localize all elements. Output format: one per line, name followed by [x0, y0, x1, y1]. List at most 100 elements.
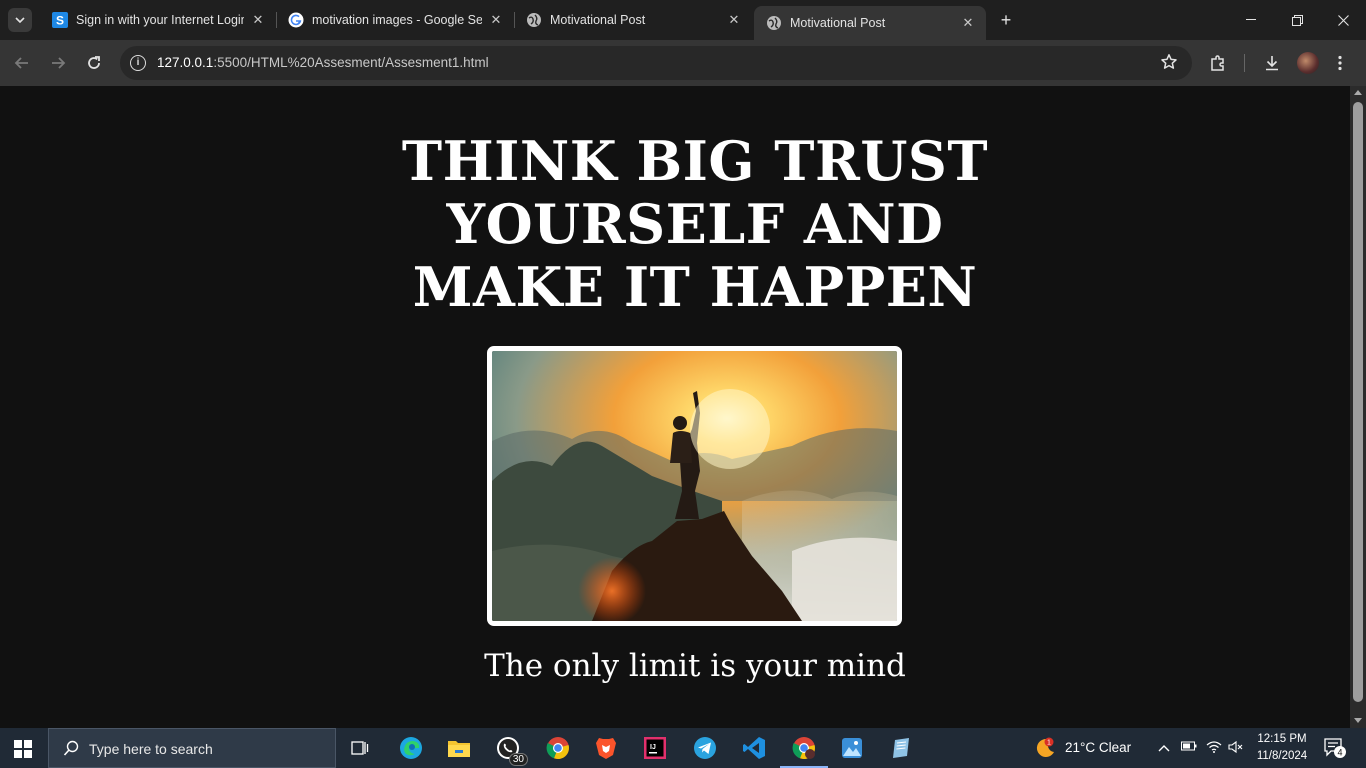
s-logo-icon: S [52, 12, 68, 28]
site-info-icon[interactable]: i [130, 55, 146, 71]
tab-motivational-post-active[interactable]: Motivational Post ✕ [754, 6, 986, 40]
taskbar-search-box[interactable]: Type here to search [48, 728, 336, 768]
tab-motivational-post[interactable]: Motivational Post ✕ [514, 6, 752, 34]
notification-count: 4 [1337, 748, 1342, 758]
restore-icon [1291, 14, 1303, 26]
restore-button[interactable] [1274, 0, 1320, 40]
wifi-icon [1206, 741, 1222, 753]
page-caption: The only limit is your mind [484, 648, 906, 684]
url-host: 127.0.0.1 [157, 55, 214, 70]
edge-app[interactable] [397, 734, 425, 762]
vscode-app[interactable] [740, 734, 768, 762]
chrome-app-active[interactable] [780, 734, 828, 768]
tab-title: Motivational Post [790, 16, 886, 30]
arrow-right-icon [52, 57, 66, 69]
close-icon [1337, 14, 1349, 26]
scroll-down-arrow-icon[interactable] [1354, 718, 1362, 723]
chevron-up-icon [1158, 745, 1170, 752]
close-icon[interactable]: ✕ [960, 15, 976, 31]
telegram-icon [694, 737, 716, 759]
reload-button[interactable] [82, 51, 106, 75]
task-view-icon [351, 741, 369, 755]
telegram-app[interactable] [691, 734, 719, 762]
globe-icon [766, 15, 782, 31]
menu-button[interactable] [1328, 51, 1352, 75]
battery-icon [1181, 741, 1197, 751]
vertical-scrollbar[interactable] [1350, 86, 1366, 728]
task-view-button[interactable] [346, 734, 374, 762]
weather-text[interactable]: 21°C Clear [1065, 740, 1131, 755]
minimize-icon [1246, 19, 1256, 20]
system-clock[interactable]: 12:15 PM 11/8/2024 [1252, 731, 1312, 765]
close-icon[interactable]: ✕ [726, 12, 742, 28]
close-icon[interactable]: ✕ [250, 12, 266, 28]
address-bar[interactable]: i 127.0.0.1:5500/HTML%20Assesment/Assesm… [120, 46, 1192, 80]
folder-icon [448, 741, 470, 757]
arrow-left-icon [14, 57, 28, 69]
chrome-icon [792, 737, 815, 760]
back-button[interactable] [10, 51, 34, 75]
brave-app[interactable] [592, 734, 620, 762]
svg-text:S: S [56, 14, 64, 28]
windows-taskbar: Type here to search 30 IJ 1 21°C Clear 1… [0, 728, 1366, 768]
scroll-up-arrow-icon[interactable] [1354, 90, 1362, 95]
battery-button[interactable] [1181, 740, 1197, 755]
forward-button[interactable] [46, 51, 70, 75]
reload-icon [88, 56, 100, 69]
tab-google-search[interactable]: motivation images - Google Sea ✕ [276, 6, 514, 34]
puzzle-icon [1211, 55, 1224, 71]
vscode-icon [743, 737, 765, 759]
profile-avatar[interactable] [1297, 52, 1319, 74]
browser-toolbar: i 127.0.0.1:5500/HTML%20Assesment/Assesm… [0, 40, 1366, 86]
bookmark-star-icon[interactable] [1160, 53, 1178, 76]
scroll-thumb[interactable] [1353, 102, 1363, 702]
photos-app[interactable] [838, 734, 866, 762]
close-icon[interactable]: ✕ [488, 12, 504, 28]
web-page: THINK BIG TRUST YOURSELF AND MAKE IT HAP… [0, 86, 1350, 728]
more-vertical-icon [1338, 55, 1342, 71]
clock-date: 11/8/2024 [1256, 750, 1308, 762]
search-icon [63, 740, 79, 756]
tab-title: motivation images - Google Sea [312, 13, 482, 27]
photos-icon [842, 738, 862, 758]
intellij-app[interactable]: IJ [641, 734, 669, 762]
tab-internet-login[interactable]: S Sign in with your Internet Login ✕ [40, 6, 276, 34]
tab-search-button[interactable] [8, 8, 32, 32]
intellij-icon: IJ [644, 737, 666, 759]
chrome-icon [546, 737, 569, 760]
volume-button[interactable] [1228, 740, 1244, 757]
speaker-muted-icon [1228, 740, 1243, 754]
motivational-image [487, 346, 902, 626]
clock-time: 12:15 PM [1257, 733, 1307, 745]
notes-app[interactable] [887, 734, 915, 762]
notification-center-button[interactable]: 4 [1324, 738, 1346, 758]
whatsapp-app[interactable]: 30 [494, 734, 528, 766]
downloads-button[interactable] [1260, 51, 1284, 75]
minimize-button[interactable] [1228, 0, 1274, 40]
svg-text:IJ: IJ [650, 744, 656, 751]
chevron-down-icon [15, 17, 25, 23]
weather-badge: 1 [1047, 740, 1051, 747]
notification-icon: 4 [1324, 738, 1346, 758]
whatsapp-badge: 30 [508, 753, 528, 766]
tab-title: Sign in with your Internet Login [76, 13, 244, 27]
toolbar-divider [1244, 54, 1245, 72]
show-hidden-icons-button[interactable] [1158, 740, 1170, 755]
new-tab-button[interactable]: + [996, 10, 1016, 30]
chrome-app[interactable] [544, 734, 572, 762]
extensions-button[interactable] [1206, 51, 1230, 75]
mountain-sunrise-illustration [492, 351, 897, 621]
url-text[interactable]: 127.0.0.1:5500/HTML%20Assesment/Assesmen… [157, 55, 489, 70]
tab-title: Motivational Post [550, 13, 646, 27]
file-explorer-app[interactable] [445, 734, 473, 762]
brave-icon [596, 738, 616, 759]
close-window-button[interactable] [1320, 0, 1366, 40]
network-button[interactable] [1206, 740, 1222, 757]
weather-moon-icon[interactable]: 1 [1034, 737, 1056, 759]
url-path: :5500/HTML%20Assesment/Assesment1.html [213, 55, 489, 70]
google-icon [288, 12, 304, 28]
tab-strip: S Sign in with your Internet Login ✕ mot… [0, 0, 1366, 40]
windows-start-button[interactable] [14, 740, 32, 758]
search-placeholder: Type here to search [89, 741, 213, 757]
edge-icon [400, 737, 422, 759]
